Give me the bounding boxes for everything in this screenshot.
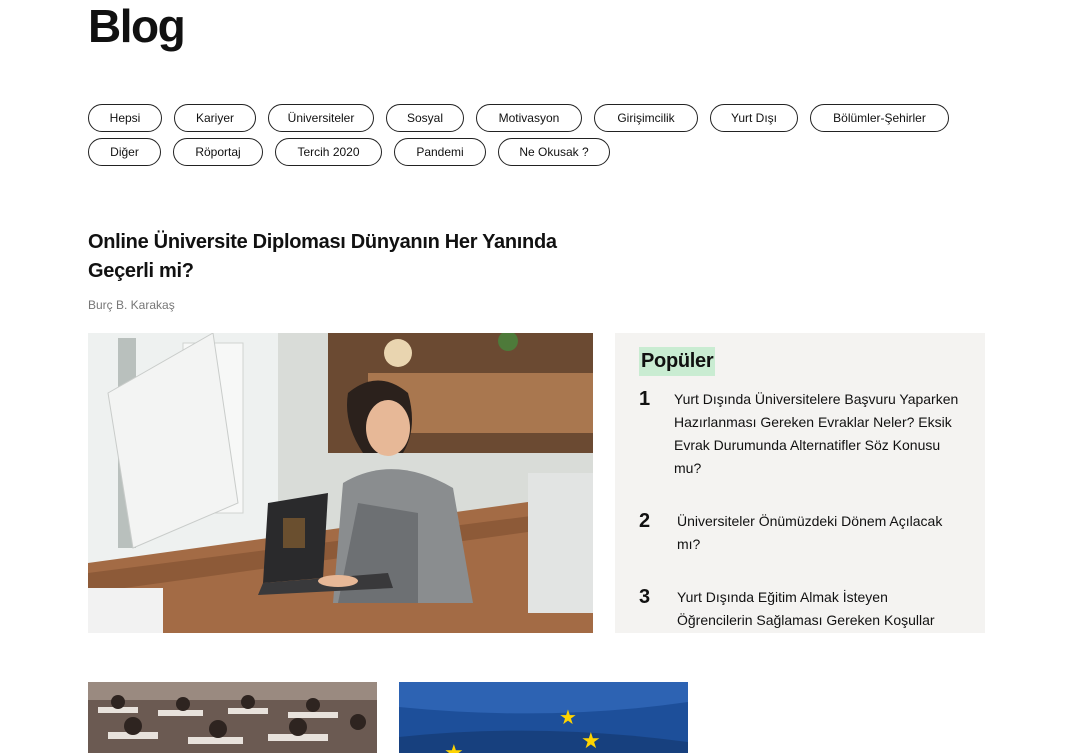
featured-article-image[interactable] <box>88 333 593 633</box>
featured-article-author: Burç B. Karakaş <box>88 298 175 312</box>
tag-roportaj[interactable]: Röportaj <box>173 138 263 166</box>
tag-sosyal[interactable]: Sosyal <box>386 104 464 132</box>
svg-text:★: ★ <box>559 705 577 729</box>
popular-item-number: 3 <box>639 586 651 608</box>
popular-panel: Popüler 1 Yurt Dışında Üniversitelere Ba… <box>615 333 985 633</box>
popular-item-3[interactable]: 3 Yurt Dışında Eğitim Almak İsteyen Öğre… <box>639 586 969 632</box>
tag-bolumler-sehirler[interactable]: Bölümler-Şehirler <box>810 104 949 132</box>
popular-item-title: Üniversiteler Önümüzdeki Dönem Açılacak … <box>677 513 943 552</box>
featured-article-title[interactable]: Online Üniversite Diploması Dünyanın Her… <box>88 228 588 286</box>
tag-tercih-2020[interactable]: Tercih 2020 <box>275 138 382 166</box>
page-title: Blog <box>88 0 186 52</box>
tag-motivasyon[interactable]: Motivasyon <box>476 104 582 132</box>
popular-item-number: 2 <box>639 510 651 532</box>
popular-heading: Popüler <box>639 347 716 376</box>
svg-text:★: ★ <box>581 729 601 753</box>
tag-yurt-disi[interactable]: Yurt Dışı <box>710 104 798 132</box>
popular-item-2[interactable]: 2 Üniversiteler Önümüzdeki Dönem Açılaca… <box>639 510 969 556</box>
tag-hepsi[interactable]: Hepsi <box>88 104 162 132</box>
article-thumbnail-eu-flag[interactable]: ★ ★ ★ <box>399 682 688 753</box>
popular-item-1[interactable]: 1 Yurt Dışında Üniversitelere Başvuru Ya… <box>639 388 969 480</box>
tag-row-2: Diğer Röportaj Tercih 2020 Pandemi Ne Ok… <box>88 138 988 166</box>
tag-row-1: Hepsi Kariyer Üniversiteler Sosyal Motiv… <box>88 104 988 132</box>
tag-kariyer[interactable]: Kariyer <box>174 104 256 132</box>
tag-universiteler[interactable]: Üniversiteler <box>268 104 374 132</box>
tag-ne-okusak[interactable]: Ne Okusak ? <box>498 138 610 166</box>
article-thumbnail-exam-hall[interactable] <box>88 682 377 753</box>
tag-diger[interactable]: Diğer <box>88 138 161 166</box>
category-tags: Hepsi Kariyer Üniversiteler Sosyal Motiv… <box>88 104 988 172</box>
popular-item-title: Yurt Dışında Üniversitelere Başvuru Yapa… <box>674 391 959 476</box>
svg-text:★: ★ <box>444 741 464 753</box>
tag-girisimcilik[interactable]: Girişimcilik <box>594 104 698 132</box>
popular-item-title: Yurt Dışında Eğitim Almak İsteyen Öğrenc… <box>677 589 935 628</box>
popular-item-number: 1 <box>639 388 651 410</box>
tag-pandemi[interactable]: Pandemi <box>394 138 486 166</box>
